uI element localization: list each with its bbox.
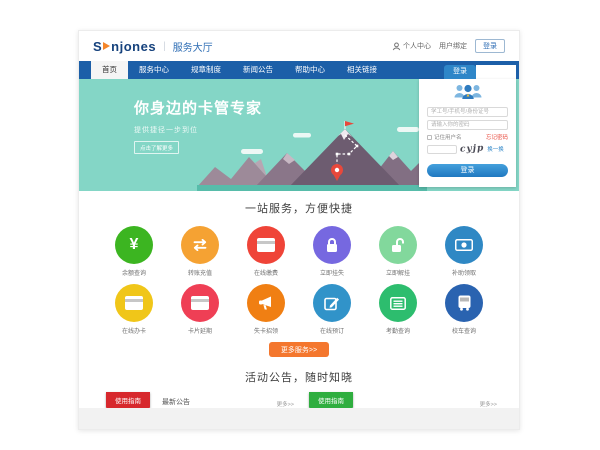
nav-item-service-center[interactable]: 服务中心 <box>128 61 180 79</box>
left-more-link[interactable]: 更多>> <box>277 400 294 408</box>
login-panel: 登录 记住用户名 忘记密码 cyjp <box>419 65 516 187</box>
services-grid: 余额查询 转账充值 在线缴费 <box>79 216 519 335</box>
more-services-button[interactable]: 更多服务>> <box>269 342 329 357</box>
usage-guide-ribbon-red[interactable]: 使用指南 <box>106 392 150 408</box>
announcements-section: 活动公告，随时知晓 使用指南 最新公告 更多>> 使用指南 更多>> <box>79 357 519 411</box>
announcements-heading: 活动公告，随时知晓 <box>79 369 519 385</box>
services-section: 一站服务，方便快捷 余额查询 转账充值 <box>79 191 519 357</box>
hero-cta-button[interactable]: 点击了解更多 <box>134 141 179 154</box>
service-item-booking[interactable]: 在线预订 <box>303 284 361 335</box>
header-right: 个人中心 用户绑定 登录 <box>392 39 505 53</box>
service-label: 在线办卡 <box>105 326 163 335</box>
service-label: 转账充值 <box>171 268 229 277</box>
remember-checkbox[interactable] <box>427 135 432 140</box>
portal-title: 服务大厅 <box>173 39 213 54</box>
list-icon[interactable] <box>379 284 417 322</box>
users-group-icon <box>453 83 483 100</box>
service-item-transfer[interactable]: 转账充值 <box>171 226 229 277</box>
bus-icon[interactable] <box>445 284 483 322</box>
username-input[interactable] <box>427 107 508 117</box>
service-item-report-loss[interactable]: 立即挂失 <box>303 226 361 277</box>
nav-item-news[interactable]: 新闻公告 <box>232 61 284 79</box>
service-item-lost-found[interactable]: 失卡招领 <box>237 284 295 335</box>
service-label: 校车查询 <box>435 326 493 335</box>
services-row-2: 在线办卡 卡片延期 失卡招领 <box>105 284 493 335</box>
service-label: 在线缴费 <box>237 268 295 277</box>
flag-icon <box>345 121 354 126</box>
service-item-cancel-loss[interactable]: 立即解挂 <box>369 226 427 277</box>
unlock-icon[interactable] <box>379 226 417 264</box>
card-icon[interactable] <box>247 226 285 264</box>
service-item-school-bus[interactable]: 校车查询 <box>435 284 493 335</box>
services-heading: 一站服务，方便快捷 <box>79 200 519 216</box>
site-header: S njones | 服务大厅 个人中心 用户绑定 登录 <box>79 31 519 61</box>
user-bind-label: 用户绑定 <box>439 41 467 51</box>
logo-text-suffix: njones <box>111 39 156 54</box>
megaphone-icon[interactable] <box>247 284 285 322</box>
usage-guide-ribbon-green[interactable]: 使用指南 <box>309 392 353 408</box>
service-label: 立即解挂 <box>369 268 427 277</box>
hero-copy: 你身边的卡管专家 提供捷径一步到位 点击了解更多 <box>134 97 262 155</box>
yuan-icon[interactable] <box>115 226 153 264</box>
footer-strip <box>79 408 519 429</box>
right-more-link[interactable]: 更多>> <box>480 400 497 408</box>
captcha-image[interactable]: cyjp <box>460 143 485 154</box>
password-input[interactable] <box>427 120 508 130</box>
captcha-row: cyjp 换一换 <box>427 144 508 154</box>
services-row-1: 余额查询 转账充值 在线缴费 <box>105 226 493 277</box>
remember-label: 记住用户名 <box>434 133 462 141</box>
logo-text-prefix: S <box>93 39 102 54</box>
logo[interactable]: S njones <box>93 39 156 54</box>
service-item-subsidy[interactable]: 补助领取 <box>435 226 493 277</box>
personal-center-label: 个人中心 <box>403 41 431 51</box>
service-label: 补助领取 <box>435 268 493 277</box>
personal-center-link[interactable]: 个人中心 <box>392 41 431 51</box>
forgot-password-link[interactable]: 忘记密码 <box>486 133 508 141</box>
user-bind-link[interactable]: 用户绑定 <box>439 41 467 51</box>
nav-item-help[interactable]: 帮助中心 <box>284 61 336 79</box>
site-page: S njones | 服务大厅 个人中心 用户绑定 登录 首页 服务中心 规章制… <box>78 30 520 430</box>
captcha-input[interactable] <box>427 145 457 154</box>
nav-item-links[interactable]: 相关链接 <box>336 61 388 79</box>
card-icon[interactable] <box>115 284 153 322</box>
header-divider: | <box>163 41 166 52</box>
lock-icon[interactable] <box>313 226 351 264</box>
latest-announcements-tab[interactable]: 最新公告 <box>162 397 190 408</box>
captcha-refresh-link[interactable]: 换一换 <box>487 145 504 153</box>
service-item-attendance[interactable]: 考勤查询 <box>369 284 427 335</box>
service-item-balance[interactable]: 余额查询 <box>105 226 163 277</box>
header-login-button[interactable]: 登录 <box>475 39 505 53</box>
service-item-card-extend[interactable]: 卡片延期 <box>171 284 229 335</box>
service-label: 立即挂失 <box>303 268 361 277</box>
service-label: 失卡招领 <box>237 326 295 335</box>
login-form: 记住用户名 忘记密码 cyjp 换一换 登录 <box>419 79 516 187</box>
login-options: 记住用户名 忘记密码 <box>427 133 508 141</box>
transfer-icon[interactable] <box>181 226 219 264</box>
service-label: 卡片延期 <box>171 326 229 335</box>
nav-item-home[interactable]: 首页 <box>91 61 128 79</box>
service-label: 在线预订 <box>303 326 361 335</box>
card-icon[interactable] <box>181 284 219 322</box>
logo-arrow-icon <box>103 42 110 50</box>
hero-subtitle: 提供捷径一步到位 <box>134 125 262 135</box>
nav-item-rules[interactable]: 规章制度 <box>180 61 232 79</box>
login-submit-button[interactable]: 登录 <box>427 164 508 177</box>
service-label: 余额查询 <box>105 268 163 277</box>
service-item-new-card[interactable]: 在线办卡 <box>105 284 163 335</box>
person-icon <box>392 42 401 51</box>
service-item-pay[interactable]: 在线缴费 <box>237 226 295 277</box>
banknote-icon[interactable] <box>445 226 483 264</box>
edit-icon[interactable] <box>313 284 351 322</box>
hero-title: 你身边的卡管专家 <box>134 97 262 118</box>
service-label: 考勤查询 <box>369 326 427 335</box>
login-tab[interactable]: 登录 <box>444 65 476 79</box>
login-panel-top <box>476 65 516 79</box>
